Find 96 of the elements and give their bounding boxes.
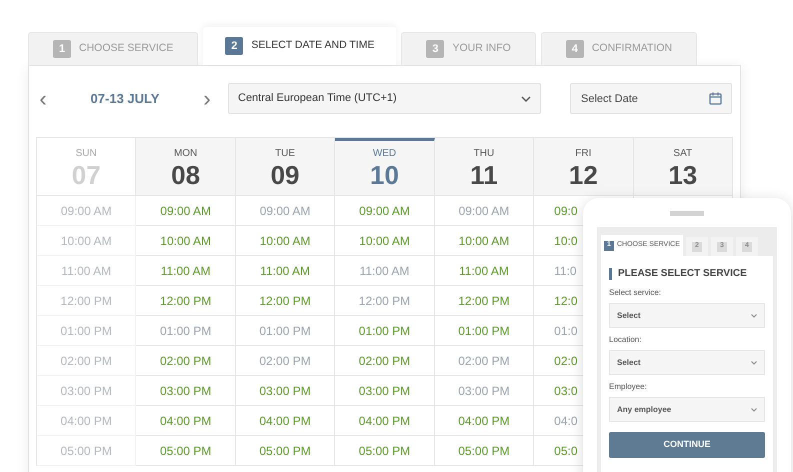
calendar-icon — [709, 92, 722, 105]
date-number: 10 — [370, 160, 399, 190]
time-slot[interactable]: 05:00 PM — [259, 442, 311, 460]
select-field[interactable]: Any employee — [609, 397, 765, 422]
time-slot[interactable]: 04:00 PM — [259, 412, 311, 430]
step-label: CHOOSE SERVICE — [79, 41, 174, 56]
weekday-label: WED — [372, 148, 396, 160]
date-number: 09 — [270, 160, 300, 190]
time-slot[interactable]: 10:0 — [554, 232, 578, 250]
time-slot[interactable]: 10:00 AM — [260, 232, 310, 250]
chevron-down-icon — [751, 314, 757, 318]
weekday-label: SUN — [76, 148, 97, 160]
select-field[interactable]: Select — [609, 350, 765, 375]
time-slot[interactable]: 12:0 — [554, 292, 578, 310]
time-slot[interactable]: 03:00 PM — [458, 382, 510, 400]
time-slot[interactable]: 09:00 AM — [260, 202, 310, 220]
time-slot[interactable]: 10:00 AM — [458, 232, 510, 250]
step-label: YOUR INFO — [452, 41, 511, 56]
time-slot[interactable]: 11:00 AM — [459, 262, 509, 280]
step-label: CONFIRMATION — [592, 41, 672, 56]
day-header[interactable]: FRI 12 — [534, 138, 634, 196]
time-slot[interactable]: 12:00 PM — [458, 292, 510, 310]
time-slot[interactable]: 02:0 — [554, 352, 578, 370]
time-slot[interactable]: 09:0 — [554, 202, 578, 220]
weekday-label: THU — [474, 148, 494, 160]
step-tab[interactable]: 1 CHOOSE SERVICE — [28, 32, 198, 65]
time-slot[interactable]: 04:00 PM — [458, 412, 510, 430]
time-slot[interactable]: 05:00 PM — [458, 442, 510, 460]
time-slot[interactable]: 03:00 PM — [358, 382, 410, 400]
weekday-label: FRI — [575, 148, 592, 160]
time-slot[interactable]: 12:00 PM — [160, 292, 212, 310]
step-number: 3 — [426, 40, 444, 58]
form-heading: PLEASE SELECT SERVICE — [618, 267, 747, 281]
time-slot[interactable]: 10:00 AM — [359, 232, 410, 250]
time-slot[interactable]: 09:00 AM — [458, 202, 510, 220]
day-header[interactable]: THU 11 — [434, 138, 534, 196]
step-number: 4 — [566, 40, 584, 58]
time-slot[interactable]: 01:00 PM — [458, 322, 510, 340]
time-slot[interactable]: 03:00 PM — [160, 382, 212, 400]
time-slot[interactable]: 02:00 PM — [458, 352, 510, 370]
weekday-label: TUE — [275, 148, 296, 160]
step-tab[interactable]: 2 SELECT DATE AND TIME — [203, 27, 396, 65]
time-slot[interactable]: 11:00 AM — [360, 262, 410, 280]
weekday-label: MON — [174, 148, 198, 160]
date-number: 12 — [568, 160, 598, 190]
step-label: SELECT DATE AND TIME — [251, 38, 374, 54]
day-header[interactable]: SAT 13 — [634, 138, 733, 196]
chevron-down-icon — [521, 96, 531, 102]
step-tab[interactable]: 3 YOUR INFO — [401, 32, 536, 65]
time-slot[interactable]: 11:00 AM — [160, 262, 211, 280]
step-number: 1 — [53, 40, 71, 58]
previous-week-button[interactable]: ‹ — [36, 88, 50, 110]
step-tab[interactable]: 4 CONFIRMATION — [540, 32, 698, 65]
time-slot[interactable]: 01:00 PM — [358, 322, 410, 340]
speaker-slot — [670, 211, 704, 216]
time-slot[interactable]: 02:00 PM — [160, 352, 212, 370]
heading-accent — [609, 268, 612, 280]
weekday-label: SAT — [673, 148, 692, 160]
time-slot[interactable]: 04:0 — [554, 412, 578, 430]
step-number: 2 — [225, 37, 244, 55]
day-header[interactable]: WED 10 — [335, 138, 435, 196]
time-slot[interactable]: 11:0 — [554, 262, 577, 280]
chevron-down-icon — [751, 360, 757, 364]
date-number: 13 — [668, 160, 698, 190]
time-slot[interactable]: 01:00 PM — [259, 322, 311, 340]
time-slot[interactable]: 09:00 AM — [359, 202, 410, 220]
time-slot[interactable]: 11:00 AM — [260, 262, 310, 280]
day-header[interactable]: MON 08 — [136, 138, 236, 196]
field-label: Employee: — [609, 381, 648, 393]
time-slot[interactable]: 04:00 PM — [160, 412, 212, 430]
next-week-button[interactable]: › — [200, 88, 214, 110]
week-range: 07-13 JULY — [90, 90, 160, 108]
time-slot[interactable]: 01:00 PM — [160, 322, 212, 340]
date-field[interactable]: Select Date — [570, 83, 732, 114]
time-slot[interactable]: 03:00 PM — [259, 382, 311, 400]
time-slot[interactable]: 12:00 PM — [358, 292, 410, 310]
select-field[interactable]: Select — [609, 303, 765, 328]
time-slot[interactable]: 05:00 PM — [358, 442, 410, 460]
continue-button[interactable]: CONTINUE — [609, 432, 765, 458]
field-label: Select service: — [609, 287, 662, 299]
day-header[interactable]: TUE 09 — [236, 138, 336, 196]
time-slot[interactable]: 02:00 PM — [358, 352, 410, 370]
chevron-down-icon — [751, 408, 757, 412]
time-slot[interactable]: 03:0 — [554, 382, 578, 400]
date-number: 11 — [470, 160, 498, 190]
time-slot[interactable]: 09:00 AM — [160, 202, 211, 220]
time-slot[interactable]: 02:00 PM — [259, 352, 311, 370]
timezone-select[interactable]: Central European Time (UTC+1) — [228, 83, 541, 114]
time-slot[interactable]: 12:00 PM — [259, 292, 311, 310]
time-slot[interactable]: 05:00 PM — [160, 442, 212, 460]
field-label: Location: — [609, 334, 642, 346]
time-slot[interactable]: 10:00 AM — [160, 232, 211, 250]
time-slot[interactable]: 04:00 PM — [358, 412, 410, 430]
time-slot[interactable]: 01:0 — [554, 322, 578, 340]
time-slot[interactable]: 05:0 — [554, 442, 578, 460]
date-number: 08 — [171, 160, 200, 190]
